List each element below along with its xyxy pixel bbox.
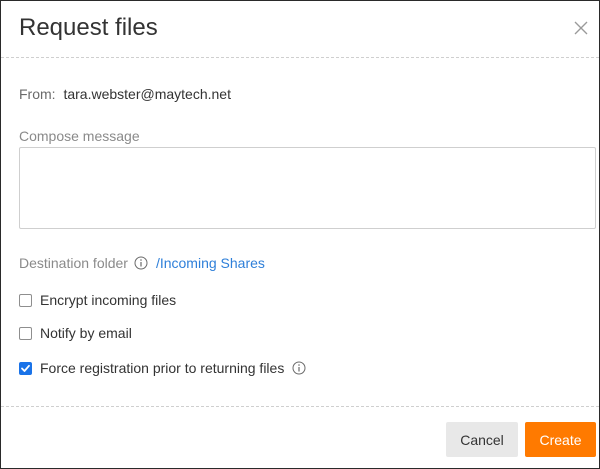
notify-by-email-checkbox[interactable] [19, 326, 32, 340]
from-row: From: tara.webster@maytech.net [19, 85, 231, 103]
check-icon [21, 364, 30, 372]
info-icon[interactable] [292, 361, 306, 375]
dialog-header: Request files [1, 1, 599, 58]
force-registration-label: Force registration prior to returning fi… [40, 360, 285, 376]
request-files-dialog: Request files From: tara.webster@maytech… [0, 0, 600, 469]
create-button[interactable]: Create [525, 422, 596, 457]
destination-folder-link[interactable]: /Incoming Shares [156, 254, 265, 272]
force-registration-checkbox[interactable] [19, 361, 32, 375]
encrypt-incoming-option[interactable]: Encrypt incoming files [19, 291, 176, 309]
dialog-title: Request files [19, 14, 158, 41]
destination-folder-row: Destination folder /Incoming Shares [19, 254, 265, 272]
footer-divider [1, 406, 599, 407]
force-registration-option[interactable]: Force registration prior to returning fi… [19, 359, 306, 377]
from-value: tara.webster@maytech.net [63, 86, 231, 102]
encrypt-incoming-checkbox[interactable] [19, 293, 32, 307]
compose-message-label: Compose message [19, 128, 140, 144]
cancel-button[interactable]: Cancel [446, 422, 518, 457]
close-icon[interactable] [571, 18, 591, 38]
compose-message-input[interactable] [19, 147, 596, 229]
from-label: From: [19, 86, 56, 102]
notify-by-email-option[interactable]: Notify by email [19, 324, 132, 342]
encrypt-incoming-label: Encrypt incoming files [40, 292, 177, 308]
info-icon[interactable] [134, 256, 148, 270]
notify-by-email-label: Notify by email [40, 325, 132, 341]
destination-folder-label: Destination folder [19, 255, 128, 271]
